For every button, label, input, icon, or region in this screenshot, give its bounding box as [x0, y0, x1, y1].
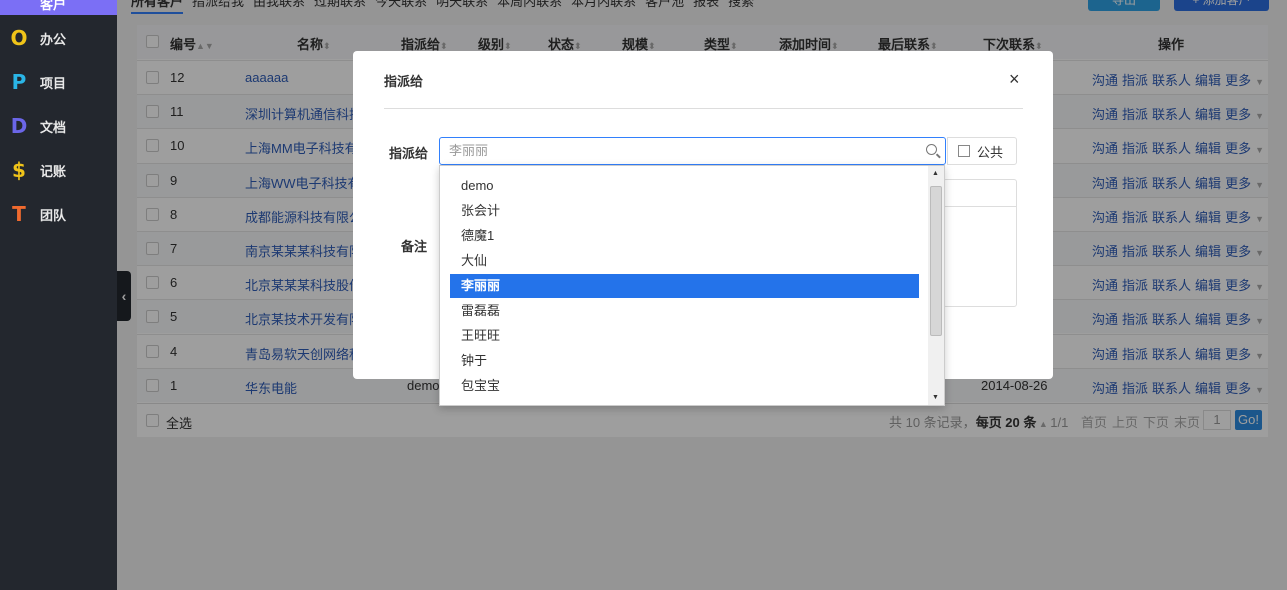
dialog-title: 指派给 — [384, 74, 424, 89]
sidebar-item-3[interactable]: $ 记账 — [0, 155, 117, 185]
assign-value: 李丽丽 — [449, 143, 489, 158]
app-icon: $ — [12, 158, 26, 182]
divider — [384, 108, 1023, 109]
public-checkbox[interactable]: 公共 — [947, 137, 1017, 165]
public-label: 公共 — [977, 144, 1004, 160]
dropdown-option[interactable]: demo — [450, 174, 919, 198]
sidebar-item-2[interactable]: D 文档 — [0, 111, 117, 141]
sidebar-item-0[interactable]: O 办公 — [0, 23, 117, 53]
scroll-up-icon[interactable]: ▲ — [932, 170, 939, 177]
dropdown-option[interactable]: 雷磊磊 — [450, 299, 919, 323]
dropdown-option[interactable]: 李丽丽 — [450, 274, 919, 298]
app-icon: O — [10, 26, 28, 50]
note-label: 备注 — [401, 239, 428, 254]
checkbox-icon — [958, 145, 970, 157]
dropdown-option[interactable]: 包宝宝 — [450, 374, 919, 398]
app-icon: P — [11, 70, 27, 94]
close-icon[interactable]: × — [1009, 69, 1020, 90]
sidebar-item-label: 客户 — [40, 0, 67, 12]
assign-dropdown: demo 张会计 德魔1 大仙 李丽丽 雷磊磊 王旺旺 钟于 包宝宝 ▲ ▼ — [439, 165, 945, 406]
app-icon: D — [10, 114, 28, 138]
sidebar: 客户 O 办公 P 项目 D 文档 $ 记账 T 团队 — [0, 0, 117, 590]
sidebar-item-label: 团队 — [40, 207, 67, 223]
app-icon: T — [12, 202, 26, 226]
scroll-down-icon[interactable]: ▼ — [932, 394, 939, 401]
dropdown-option[interactable]: 德魔1 — [450, 224, 919, 248]
sidebar-item-4[interactable]: T 团队 — [0, 199, 117, 229]
dropdown-option[interactable]: 王旺旺 — [450, 324, 919, 348]
note-editor[interactable] — [943, 179, 1017, 307]
scrollbar-thumb[interactable] — [930, 186, 942, 336]
assign-to-select[interactable]: 李丽丽 — [439, 137, 946, 165]
dropdown-option[interactable]: 大仙 — [450, 249, 919, 273]
scrollbar[interactable]: ▲ ▼ — [928, 166, 944, 405]
sidebar-item-crm[interactable]: 客户 — [0, 0, 117, 15]
sidebar-item-label: 项目 — [40, 75, 67, 91]
sidebar-item-label: 办公 — [40, 31, 67, 47]
assign-label: 指派给 — [389, 146, 429, 161]
editor-toolbar — [944, 180, 1016, 207]
dropdown-option[interactable]: 张会计 — [450, 199, 919, 223]
sidebar-item-1[interactable]: P 项目 — [0, 67, 117, 97]
search-icon — [926, 144, 937, 155]
sidebar-item-label: 记账 — [40, 163, 67, 179]
dropdown-option[interactable]: 钟于 — [450, 349, 919, 373]
sidebar-item-label: 文档 — [40, 119, 67, 135]
